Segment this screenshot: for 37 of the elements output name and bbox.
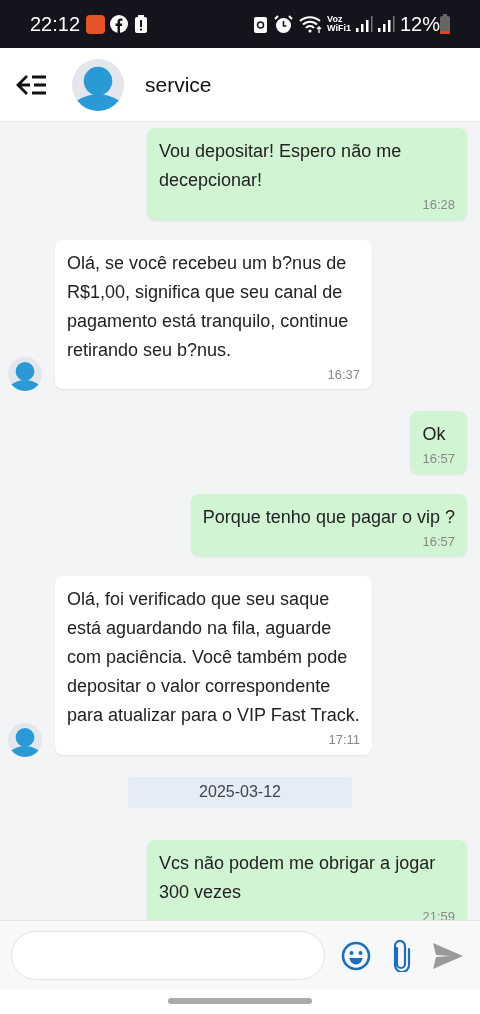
battery-alert-icon	[135, 15, 148, 33]
facebook-icon	[110, 15, 129, 33]
back-menu-icon	[16, 73, 48, 96]
avatar-icon	[8, 357, 42, 391]
smiley-icon	[341, 940, 371, 971]
date-separator: 2025-03-12	[128, 776, 352, 808]
message-time: 21:59	[422, 907, 455, 920]
emoji-button[interactable]	[340, 939, 372, 972]
message-input[interactable]	[11, 931, 325, 980]
signal-icon	[376, 15, 395, 33]
alarm-icon	[274, 14, 294, 34]
message-text: Olá, se você recebeu um b?nus de R$1,00, significa que seu canal de pagamento está tranquilo, continue retirando seu b?nus.	[67, 251, 350, 362]
network-label: WiFi1	[327, 24, 351, 33]
send-button[interactable]	[431, 940, 465, 971]
message-time: 16:57	[422, 450, 455, 468]
message-text: Ok	[422, 423, 447, 446]
message-time: 16:28	[422, 196, 455, 214]
send-icon	[433, 942, 463, 969]
avatar-icon	[72, 58, 124, 111]
paperclip-icon	[391, 939, 411, 972]
clock: 22:12	[30, 12, 81, 37]
message-text: Porque tenho que pagar o vip ?	[202, 505, 455, 529]
wifi-icon	[299, 14, 324, 34]
battery-percent: 12%	[399, 12, 440, 37]
message-text: Vou depositar! Espero não me decepcionar!	[159, 140, 403, 192]
battery-saver-icon	[254, 15, 268, 33]
app-icon	[86, 14, 106, 34]
signal-icon	[354, 15, 373, 33]
contact-name: service	[145, 71, 212, 98]
message-time: 16:57	[422, 532, 455, 551]
battery-icon	[440, 14, 450, 34]
message-text: Olá, foi verificado que seu saque está aguardando na fila, aguarde com paciência. Você também pode depositar o valor correspondente para atualizar para o VIP Fast Track.	[67, 588, 360, 727]
message-text: Vcs não podem me obrigar a jogar 300 vezes	[159, 851, 437, 904]
message-time: 16:37	[327, 365, 360, 384]
network-label: Voz	[327, 15, 344, 24]
message-time: 17:11	[328, 731, 360, 749]
avatar-icon	[8, 722, 42, 757]
